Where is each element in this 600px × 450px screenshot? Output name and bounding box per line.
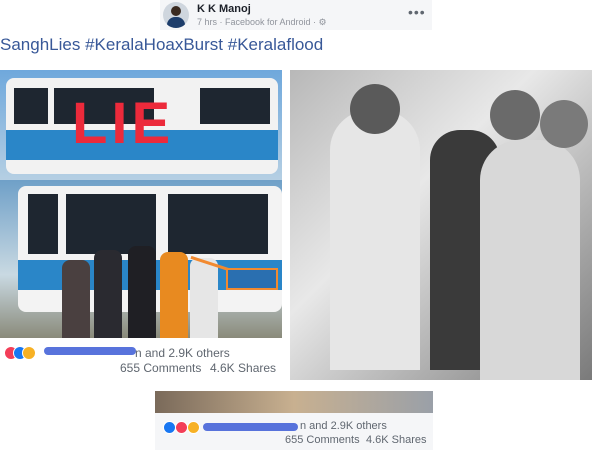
comments-count[interactable]: 655 Comments (285, 434, 360, 446)
author-avatar[interactable] (163, 2, 189, 28)
bus-sign (226, 268, 278, 290)
post-caption: SanghLies #KeralaHoaxBurst #Keralaflood (0, 35, 324, 54)
comments-count[interactable]: 655 Comments (120, 361, 201, 375)
author-name[interactable]: K K Manoj (197, 3, 251, 15)
reaction-count[interactable]: n and 2.9K others (135, 346, 230, 360)
bus-photo-bottom (0, 180, 282, 338)
redacted-name (203, 423, 298, 431)
lie-label: LIE (72, 91, 175, 156)
post-meta: 7 hrs · Facebook for Android · ⚙ (197, 17, 327, 27)
shares-count[interactable]: 4.6K Shares (366, 434, 427, 446)
bottom-photo-strip (155, 391, 433, 413)
haha-icon (187, 421, 200, 434)
haha-icon (22, 346, 36, 360)
redacted-name (44, 347, 136, 355)
more-icon[interactable]: ••• (408, 4, 426, 20)
reaction-count[interactable]: n and 2.9K others (300, 420, 387, 432)
historic-photo (290, 70, 592, 380)
shares-count[interactable]: 4.6K Shares (210, 361, 276, 375)
